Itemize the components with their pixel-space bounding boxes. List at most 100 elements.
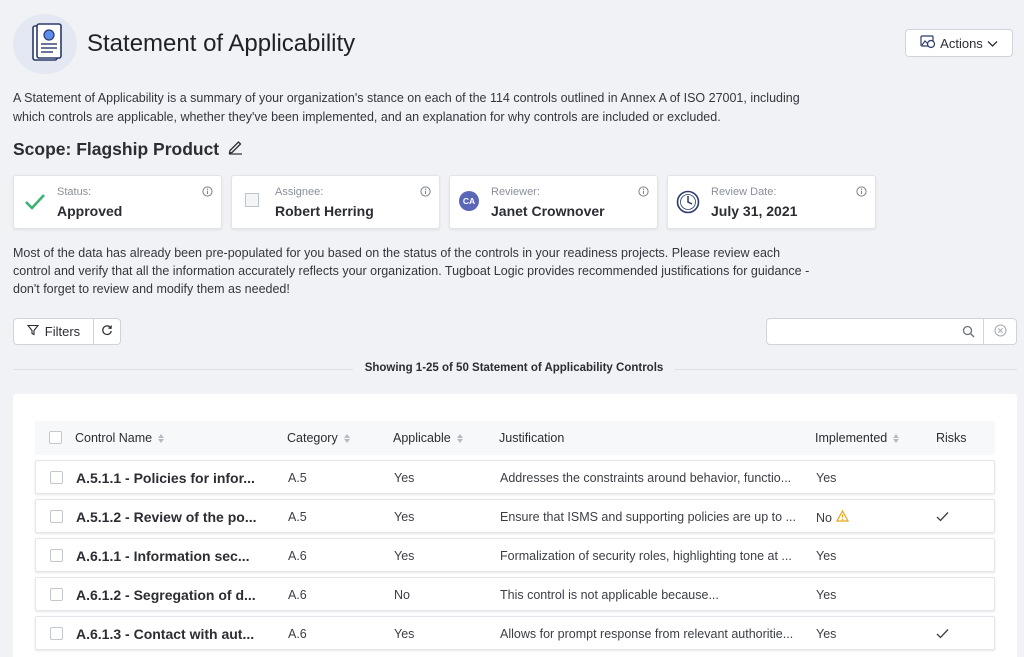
row-checkbox[interactable] xyxy=(50,588,63,601)
justification-cell: Allows for prompt response from relevant… xyxy=(500,627,794,641)
column-header-category[interactable]: Category xyxy=(287,431,350,445)
reviewer-value: Janet Crownover xyxy=(491,203,605,219)
status-label: Status: xyxy=(57,186,92,198)
filters-label: Filters xyxy=(44,324,81,339)
warning-icon xyxy=(835,510,849,525)
assignee-label: Assignee: xyxy=(275,186,324,198)
actions-label: Actions xyxy=(940,35,983,51)
status-card: Status: Approved xyxy=(13,175,222,229)
refresh-button[interactable] xyxy=(93,318,121,345)
row-checkbox[interactable] xyxy=(50,627,63,640)
justification-cell: This control is not applicable because..… xyxy=(500,588,719,602)
risk-check-icon xyxy=(936,628,949,642)
review-date-card: Review Date: July 31, 2021 xyxy=(667,175,876,229)
category-cell: A.6 xyxy=(288,588,307,602)
reviewer-avatar: CA xyxy=(459,191,479,211)
applicable-cell: Yes xyxy=(394,510,415,524)
column-label: Applicable xyxy=(393,431,451,445)
info-icon[interactable] xyxy=(420,184,431,202)
chevron-down-icon xyxy=(987,36,998,51)
reviewer-card: CA Reviewer: Janet Crownover xyxy=(449,175,658,229)
review-date-label: Review Date: xyxy=(711,186,777,198)
control-name[interactable]: A.6.1.2 - Segregation of d... xyxy=(76,587,276,603)
assignee-value: Robert Herring xyxy=(275,203,374,219)
justification-cell: Ensure that ISMS and supporting policies… xyxy=(500,510,797,524)
column-label: Justification xyxy=(499,431,565,445)
sort-icon xyxy=(456,433,463,443)
control-name[interactable]: A.5.1.1 - Policies for infor... xyxy=(76,470,276,486)
page-title: Statement of Applicability xyxy=(87,30,356,57)
applicable-cell: No xyxy=(394,588,410,602)
column-header-implemented[interactable]: Implemented xyxy=(815,431,900,445)
page-header: Statement of Applicability Actions xyxy=(13,14,1013,74)
column-label: Category xyxy=(287,431,338,445)
applicable-cell: Yes xyxy=(394,549,415,563)
assignee-avatar-icon xyxy=(245,193,259,207)
sort-icon xyxy=(158,433,165,443)
category-cell: A.6 xyxy=(288,549,307,563)
table-row[interactable]: A.6.1.2 - Segregation of d... A.6 No Thi… xyxy=(35,577,995,611)
scope-title: Scope: Flagship Product xyxy=(13,138,220,159)
select-all-checkbox[interactable] xyxy=(49,431,62,444)
column-header-risks: Risks xyxy=(936,431,967,445)
clear-circle-icon xyxy=(994,324,1007,340)
column-header-control-name[interactable]: Control Name xyxy=(75,431,165,445)
actions-button[interactable]: Actions xyxy=(905,29,1013,57)
info-icon[interactable] xyxy=(638,184,649,202)
justification-cell: Formalization of security roles, highlig… xyxy=(500,549,792,563)
filters-button[interactable]: Filters xyxy=(13,318,94,345)
implemented-cell: Yes xyxy=(816,627,837,641)
clear-search-button[interactable] xyxy=(984,318,1017,345)
scope-heading: Scope: Flagship Product xyxy=(13,138,244,160)
implemented-value: No xyxy=(816,510,832,525)
category-cell: A.6 xyxy=(288,627,307,641)
assignee-card: Assignee: Robert Herring xyxy=(231,175,440,229)
control-name[interactable]: A.5.1.2 - Review of the po... xyxy=(76,509,276,525)
status-value: Approved xyxy=(57,203,123,219)
applicable-cell: Yes xyxy=(394,627,415,641)
applicable-cell: Yes xyxy=(394,471,415,485)
table-row[interactable]: A.6.1.3 - Contact with aut... A.6 Yes Al… xyxy=(35,616,995,650)
justification-cell: Addresses the constraints around behavio… xyxy=(500,471,792,485)
table-row[interactable]: A.5.1.2 - Review of the po... A.5 Yes En… xyxy=(35,499,995,533)
guidance-text: Most of the data has already been pre-po… xyxy=(13,246,810,296)
reviewer-label: Reviewer: xyxy=(491,186,540,198)
actions-image-icon xyxy=(920,34,936,52)
results-count-text: Showing 1-25 of 50 Statement of Applicab… xyxy=(352,362,676,374)
implemented-cell: Yes xyxy=(816,588,837,602)
category-cell: A.5 xyxy=(288,471,307,485)
implemented-cell: No xyxy=(816,510,849,525)
controls-table: Control Name Category Applicable Justifi… xyxy=(13,394,1017,657)
row-checkbox[interactable] xyxy=(50,471,63,484)
results-count: Showing 1-25 of 50 Statement of Applicab… xyxy=(0,362,1024,374)
statement-document-icon xyxy=(13,14,77,74)
control-name[interactable]: A.6.1.3 - Contact with aut... xyxy=(76,626,276,642)
column-label: Risks xyxy=(936,431,967,445)
checkmark-icon xyxy=(24,192,46,217)
sort-icon xyxy=(893,433,900,443)
column-header-applicable[interactable]: Applicable xyxy=(393,431,463,445)
edit-pencil-icon[interactable] xyxy=(227,138,244,160)
category-cell: A.5 xyxy=(288,510,307,524)
column-header-justification: Justification xyxy=(499,431,564,445)
refresh-icon xyxy=(101,324,113,339)
intro-text: A Statement of Applicability is a summar… xyxy=(13,91,800,124)
info-icon[interactable] xyxy=(856,184,867,202)
search-input[interactable] xyxy=(767,319,957,344)
column-label: Control Name xyxy=(75,431,153,445)
table-row[interactable]: A.6.1.1 - Information sec... A.6 Yes For… xyxy=(35,538,995,572)
review-date-value: July 31, 2021 xyxy=(711,203,798,219)
implemented-cell: Yes xyxy=(816,471,837,485)
filter-funnel-icon xyxy=(26,324,39,339)
clock-icon xyxy=(676,190,700,219)
sort-icon xyxy=(343,433,350,443)
control-name[interactable]: A.6.1.1 - Information sec... xyxy=(76,548,276,564)
row-checkbox[interactable] xyxy=(50,510,63,523)
risk-check-icon xyxy=(936,511,949,525)
search-box xyxy=(766,318,984,345)
search-icon[interactable] xyxy=(962,325,975,343)
implemented-cell: Yes xyxy=(816,549,837,563)
info-icon[interactable] xyxy=(202,184,213,202)
table-row[interactable]: A.5.1.1 - Policies for infor... A.5 Yes … xyxy=(35,460,995,494)
row-checkbox[interactable] xyxy=(50,549,63,562)
